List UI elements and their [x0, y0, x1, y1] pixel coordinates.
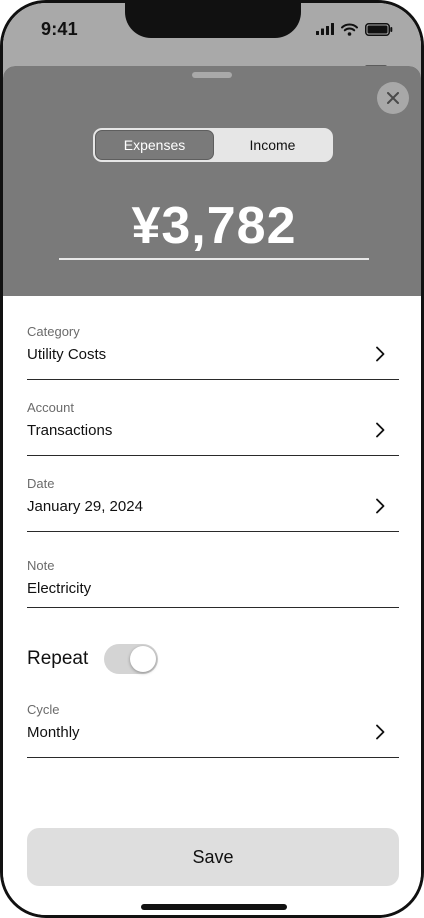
note-field[interactable]: Note Electricity	[27, 558, 399, 608]
cycle-label: Cycle	[27, 702, 60, 717]
date-value: January 29, 2024	[27, 498, 143, 515]
category-field[interactable]: Category Utility Costs	[27, 324, 399, 380]
status-bar: 9:41	[3, 3, 421, 55]
chevron-right-icon	[376, 346, 385, 362]
type-segmented-control: Expenses Income	[93, 128, 333, 162]
toggle-knob	[130, 646, 156, 672]
amount-underline	[59, 258, 369, 260]
home-indicator[interactable]	[141, 904, 287, 910]
add-transaction-sheet: Expenses Income ¥3,782 Category Utility …	[3, 66, 421, 915]
cycle-field[interactable]: Cycle Monthly	[27, 702, 399, 758]
cycle-value: Monthly	[27, 724, 80, 741]
close-button[interactable]	[377, 82, 409, 114]
repeat-toggle[interactable]	[104, 644, 158, 674]
account-value: Transactions	[27, 422, 113, 439]
repeat-label: Repeat	[27, 648, 89, 669]
close-icon	[387, 92, 399, 104]
status-icons	[316, 21, 393, 37]
notch	[125, 3, 301, 38]
segment-expenses[interactable]: Expenses	[95, 130, 214, 160]
chevron-right-icon	[376, 422, 385, 438]
save-button[interactable]: Save	[27, 828, 399, 886]
cellular-signal-icon	[316, 23, 334, 35]
date-label: Date	[27, 476, 55, 491]
date-field[interactable]: Date January 29, 2024	[27, 476, 399, 532]
status-time: 9:41	[41, 19, 78, 39]
category-value: Utility Costs	[27, 346, 107, 363]
chevron-right-icon	[376, 498, 385, 514]
note-input[interactable]: Electricity	[27, 580, 91, 597]
account-field[interactable]: Account Transactions	[27, 400, 399, 456]
amount-header: Expenses Income ¥3,782	[3, 66, 421, 296]
chevron-right-icon	[376, 724, 385, 740]
note-label: Note	[27, 558, 55, 573]
amount-value[interactable]: ¥3,782	[59, 196, 369, 256]
phone-frame: 9:41 Expenses Income ¥3,782 Category Uti…	[0, 0, 424, 918]
wifi-icon	[341, 23, 358, 36]
battery-icon	[365, 22, 393, 36]
sheet-grabber[interactable]	[192, 72, 232, 78]
segment-income[interactable]: Income	[214, 130, 331, 160]
category-label: Category	[27, 324, 80, 339]
account-label: Account	[27, 400, 74, 415]
